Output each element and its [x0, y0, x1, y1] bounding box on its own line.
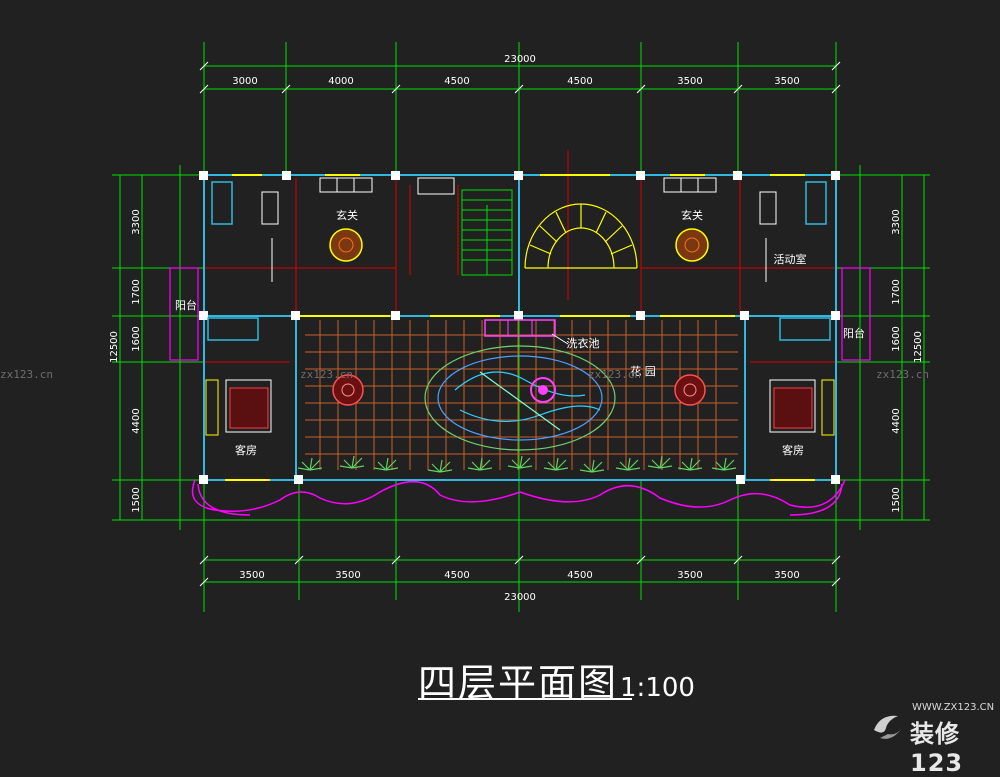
logo-url: WWW.ZX123.CN [912, 702, 995, 713]
dim-right-1: 3300 [891, 209, 902, 234]
swirl-logo-icon [874, 715, 902, 739]
dim-top-5: 3500 [677, 76, 702, 87]
watermark-left: zx123.cn [0, 368, 53, 381]
exterior-walls [203, 174, 837, 481]
dim-right-4: 4400 [891, 408, 902, 433]
logo-brand: 装修123 [910, 720, 964, 777]
dim-top-6: 3500 [774, 76, 799, 87]
watermark-right: zx123.cn [876, 368, 929, 381]
dim-top-3: 4500 [444, 76, 469, 87]
garden-pond [424, 345, 616, 451]
dim-left-4: 4400 [131, 408, 142, 433]
label-foyer-right: 玄关 [681, 208, 703, 222]
dim-bottom-3: 4500 [444, 570, 469, 581]
spiral-staircase [524, 203, 638, 269]
watermark-center-left: zx123.cn [300, 368, 353, 381]
dim-bottom-1: 3500 [239, 570, 264, 581]
guest-beds [205, 379, 835, 436]
floor-plan-drawing: 23000 3000 4000 4500 4500 3500 3500 3500… [0, 42, 930, 612]
label-balcony-right: 阳台 [843, 326, 865, 340]
dim-right-2: 1700 [891, 279, 902, 304]
label-activity-room: 活动室 [774, 252, 807, 266]
dim-top-4: 4500 [567, 76, 592, 87]
garden-plants [297, 455, 737, 473]
total-depth-right: 12500 [913, 331, 924, 363]
dim-left-1: 3300 [131, 209, 142, 234]
furniture [225, 177, 816, 433]
dim-left-5: 1500 [131, 487, 142, 512]
dimension-labels: 23000 3000 4000 4500 4500 3500 3500 3500… [109, 54, 924, 603]
dim-bottom-2: 3500 [335, 570, 360, 581]
label-balcony-left: 阳台 [175, 298, 197, 312]
dim-right-5: 1500 [891, 487, 902, 512]
label-guest-room-right: 客房 [782, 443, 804, 457]
total-width-top: 23000 [504, 54, 536, 65]
straight-staircase [461, 189, 513, 276]
dim-left-2: 1700 [131, 279, 142, 304]
watermark-center-right: zx123.cn [588, 368, 641, 381]
garden-tile-grid [305, 320, 738, 470]
label-guest-room-left: 客房 [235, 443, 257, 457]
dim-bottom-5: 3500 [677, 570, 702, 581]
dim-bottom-6: 3500 [774, 570, 799, 581]
axis-grid [112, 42, 930, 612]
dim-bottom-4: 4500 [567, 570, 592, 581]
dim-top-1: 3000 [232, 76, 257, 87]
dim-right-3: 1600 [891, 326, 902, 351]
label-foyer-left: 玄关 [336, 208, 358, 222]
dim-top-2: 4000 [328, 76, 353, 87]
dim-left-3: 1600 [131, 326, 142, 351]
label-laundry-basin: 洗衣池 [567, 336, 600, 350]
total-depth-left: 12500 [109, 331, 120, 363]
title-underline [418, 698, 632, 700]
total-width-bottom: 23000 [504, 592, 536, 603]
site-logo: WWW.ZX123.CN 装修123 [868, 702, 996, 777]
